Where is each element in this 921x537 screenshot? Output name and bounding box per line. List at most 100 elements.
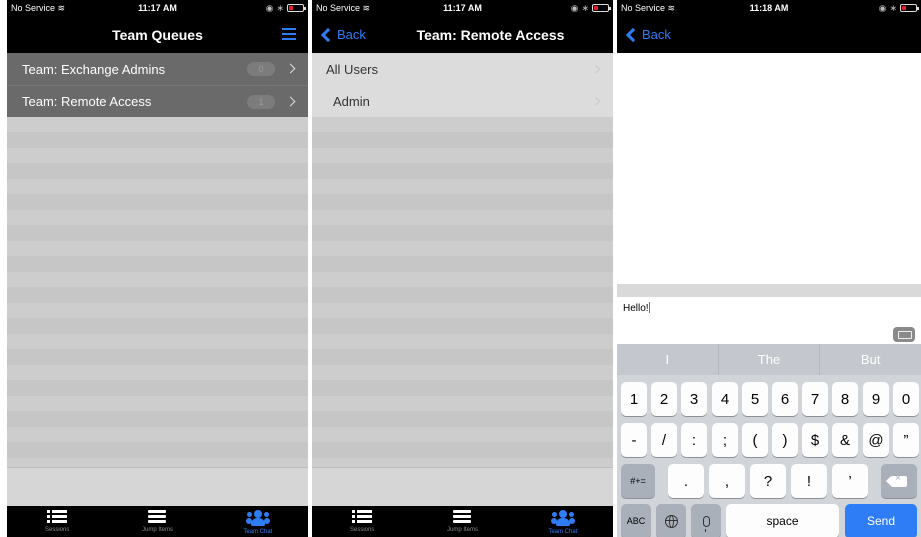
carrier-label: No Service ≋: [316, 3, 370, 14]
key[interactable]: ,: [709, 464, 745, 498]
prediction-2[interactable]: The: [717, 344, 820, 375]
key[interactable]: ;: [712, 423, 738, 457]
key[interactable]: 4: [712, 382, 738, 416]
queue-count-badge: 0: [247, 62, 275, 76]
space-key[interactable]: space: [726, 504, 839, 537]
tab-sessions[interactable]: Sessions: [7, 506, 107, 537]
list-icon: [352, 510, 373, 524]
key[interactable]: /: [651, 423, 677, 457]
wifi-icon: ≋: [57, 2, 66, 13]
key[interactable]: 9: [863, 382, 889, 416]
key[interactable]: 2: [651, 382, 677, 416]
tab-label: Sessions: [349, 527, 375, 533]
chevron-left-icon: [320, 27, 336, 42]
backspace-icon: [886, 473, 907, 487]
page-title: Team Queues: [112, 26, 203, 43]
queue-label: Team: Remote Access: [22, 94, 152, 109]
status-icons: ◉ ∗: [878, 2, 919, 14]
tab-sessions[interactable]: Sessions: [312, 506, 412, 537]
back-button[interactable]: Back: [320, 16, 366, 53]
page-title: Team: Remote Access: [416, 26, 565, 43]
bluetooth-icon: ∗: [889, 2, 897, 13]
prediction-1[interactable]: I: [617, 344, 718, 375]
chevron-right-icon: [591, 96, 601, 106]
message-text: Hello!: [623, 303, 649, 314]
key[interactable]: 7: [802, 382, 828, 416]
tab-bar: Sessions Jump Items Team Chat: [312, 506, 613, 537]
key[interactable]: @: [863, 423, 889, 457]
prediction-bar: I The But: [617, 344, 921, 375]
key[interactable]: :: [681, 423, 707, 457]
user-label: Admin: [333, 93, 370, 109]
keyboard-icon[interactable]: [893, 327, 915, 342]
key[interactable]: $: [802, 423, 828, 457]
send-button[interactable]: Send: [845, 504, 917, 537]
status-bar: No Service ≋ 11:18 AM ◉ ∗: [617, 0, 921, 16]
queue-list: Team: Exchange Admins 0 Team: Remote Acc…: [7, 53, 308, 117]
tab-bar: Sessions Jump Items Team Chat: [7, 506, 308, 537]
back-label: Back: [642, 27, 671, 42]
tab-jump-items[interactable]: Jump Items: [107, 506, 207, 537]
people-icon: [550, 510, 575, 526]
chat-compose-screen: No Service ≋ 11:18 AM ◉ ∗ Back Hello! I T…: [617, 0, 921, 537]
key[interactable]: ”: [893, 423, 919, 457]
key[interactable]: 8: [832, 382, 858, 416]
key[interactable]: 6: [772, 382, 798, 416]
abc-key[interactable]: ABC: [621, 504, 651, 537]
tab-label: Sessions: [44, 527, 70, 533]
prediction-3[interactable]: But: [819, 344, 921, 375]
compose-divider: [617, 284, 921, 297]
user-row-admin[interactable]: Admin: [312, 85, 613, 117]
team-queues-screen: No Service ≋ 11:17 AM ◉ ∗ Team Queues Tea…: [7, 0, 308, 537]
globe-icon: [664, 514, 678, 528]
status-bar: No Service ≋ 11:17 AM ◉ ∗: [312, 0, 613, 16]
chat-messages-area: [617, 53, 921, 284]
key[interactable]: (: [742, 423, 768, 457]
dictation-key[interactable]: [691, 504, 721, 537]
key[interactable]: &: [832, 423, 858, 457]
alarm-icon: ◉: [265, 2, 274, 13]
menu-icon[interactable]: [282, 28, 296, 40]
status-bar: No Service ≋ 11:17 AM ◉ ∗: [7, 0, 308, 16]
delete-key[interactable]: [881, 464, 917, 498]
user-row-all-users[interactable]: All Users: [312, 53, 613, 85]
alarm-icon: ◉: [570, 2, 579, 13]
chevron-right-icon: [285, 63, 296, 74]
queue-row-remote-access[interactable]: Team: Remote Access 1: [7, 85, 308, 117]
key[interactable]: 1: [621, 382, 647, 416]
symbols-key[interactable]: #+=: [621, 464, 655, 498]
key[interactable]: -: [621, 423, 647, 457]
key-row-numbers: 1 2 3 4 5 6 7 8 9 0: [617, 382, 921, 416]
people-icon: [245, 510, 270, 526]
status-icons: ◉ ∗: [265, 2, 306, 14]
user-list: All Users Admin: [312, 53, 613, 117]
status-icons: ◉ ∗: [570, 2, 611, 14]
key-row-bottom: ABC space Send: [617, 504, 921, 537]
carrier-text: No Service: [621, 2, 666, 13]
empty-list-area: [312, 117, 613, 467]
tab-team-chat[interactable]: Team Chat: [513, 506, 613, 537]
key[interactable]: !: [791, 464, 827, 498]
key[interactable]: 3: [681, 382, 707, 416]
key[interactable]: .: [668, 464, 704, 498]
alarm-icon: ◉: [878, 2, 887, 13]
key[interactable]: 5: [742, 382, 768, 416]
tab-team-chat[interactable]: Team Chat: [208, 506, 308, 537]
key-row-symbols: - / : ; ( ) $ & @ ”: [617, 423, 921, 457]
key[interactable]: ?: [750, 464, 786, 498]
back-button[interactable]: Back: [625, 16, 671, 53]
microphone-icon: [702, 515, 710, 532]
bottom-panel: [312, 467, 613, 506]
globe-key[interactable]: [656, 504, 686, 537]
queue-label: Team: Exchange Admins: [22, 61, 166, 77]
tab-jump-items[interactable]: Jump Items: [412, 506, 512, 537]
queue-row-exchange-admins[interactable]: Team: Exchange Admins 0: [7, 53, 308, 85]
message-input[interactable]: Hello!: [617, 297, 921, 344]
key[interactable]: ’: [832, 464, 868, 498]
battery-icon: [900, 4, 919, 12]
wifi-icon: ≋: [667, 2, 676, 13]
key[interactable]: 0: [893, 382, 919, 416]
key[interactable]: ): [772, 423, 798, 457]
team-remote-access-screen: No Service ≋ 11:17 AM ◉ ∗ Back Team: Remo…: [312, 0, 613, 537]
bluetooth-icon: ∗: [581, 2, 589, 13]
